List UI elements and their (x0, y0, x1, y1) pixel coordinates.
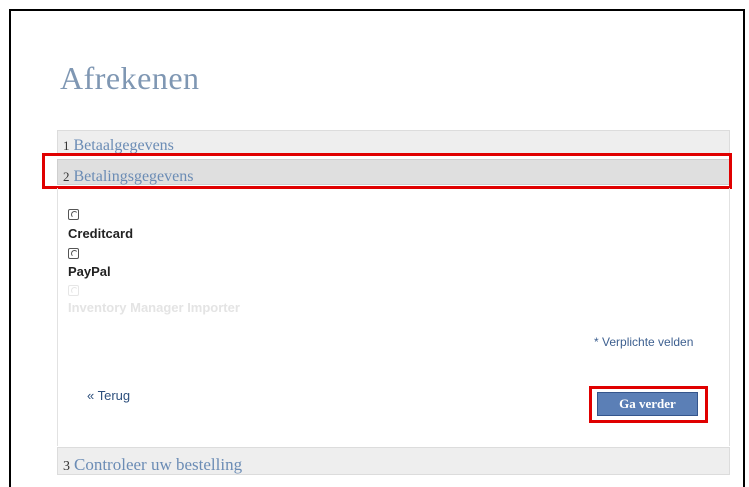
creditcard-radio[interactable] (68, 209, 79, 220)
step-3-header[interactable]: 3 Controleer uw bestelling (57, 447, 730, 475)
page-title: Afrekenen (60, 60, 200, 96)
paypal-radio[interactable] (68, 248, 79, 259)
paypal-label: PayPal (68, 264, 111, 279)
step-label[interactable]: Betaalgegevens (74, 137, 174, 154)
continue-button[interactable]: Ga verder (597, 392, 698, 416)
step-label[interactable]: Controleer uw bestelling (74, 455, 242, 474)
back-link[interactable]: « Terug (87, 388, 130, 403)
inventory-manager-label: Inventory Manager Importer (68, 300, 240, 315)
inventory-manager-radio (68, 285, 79, 296)
step-number: 1 (63, 138, 70, 153)
step-2-highlight (42, 153, 732, 189)
required-fields-note: * Verplichte velden (594, 335, 694, 349)
step-number: 3 (63, 459, 70, 474)
creditcard-label: Creditcard (68, 226, 134, 241)
